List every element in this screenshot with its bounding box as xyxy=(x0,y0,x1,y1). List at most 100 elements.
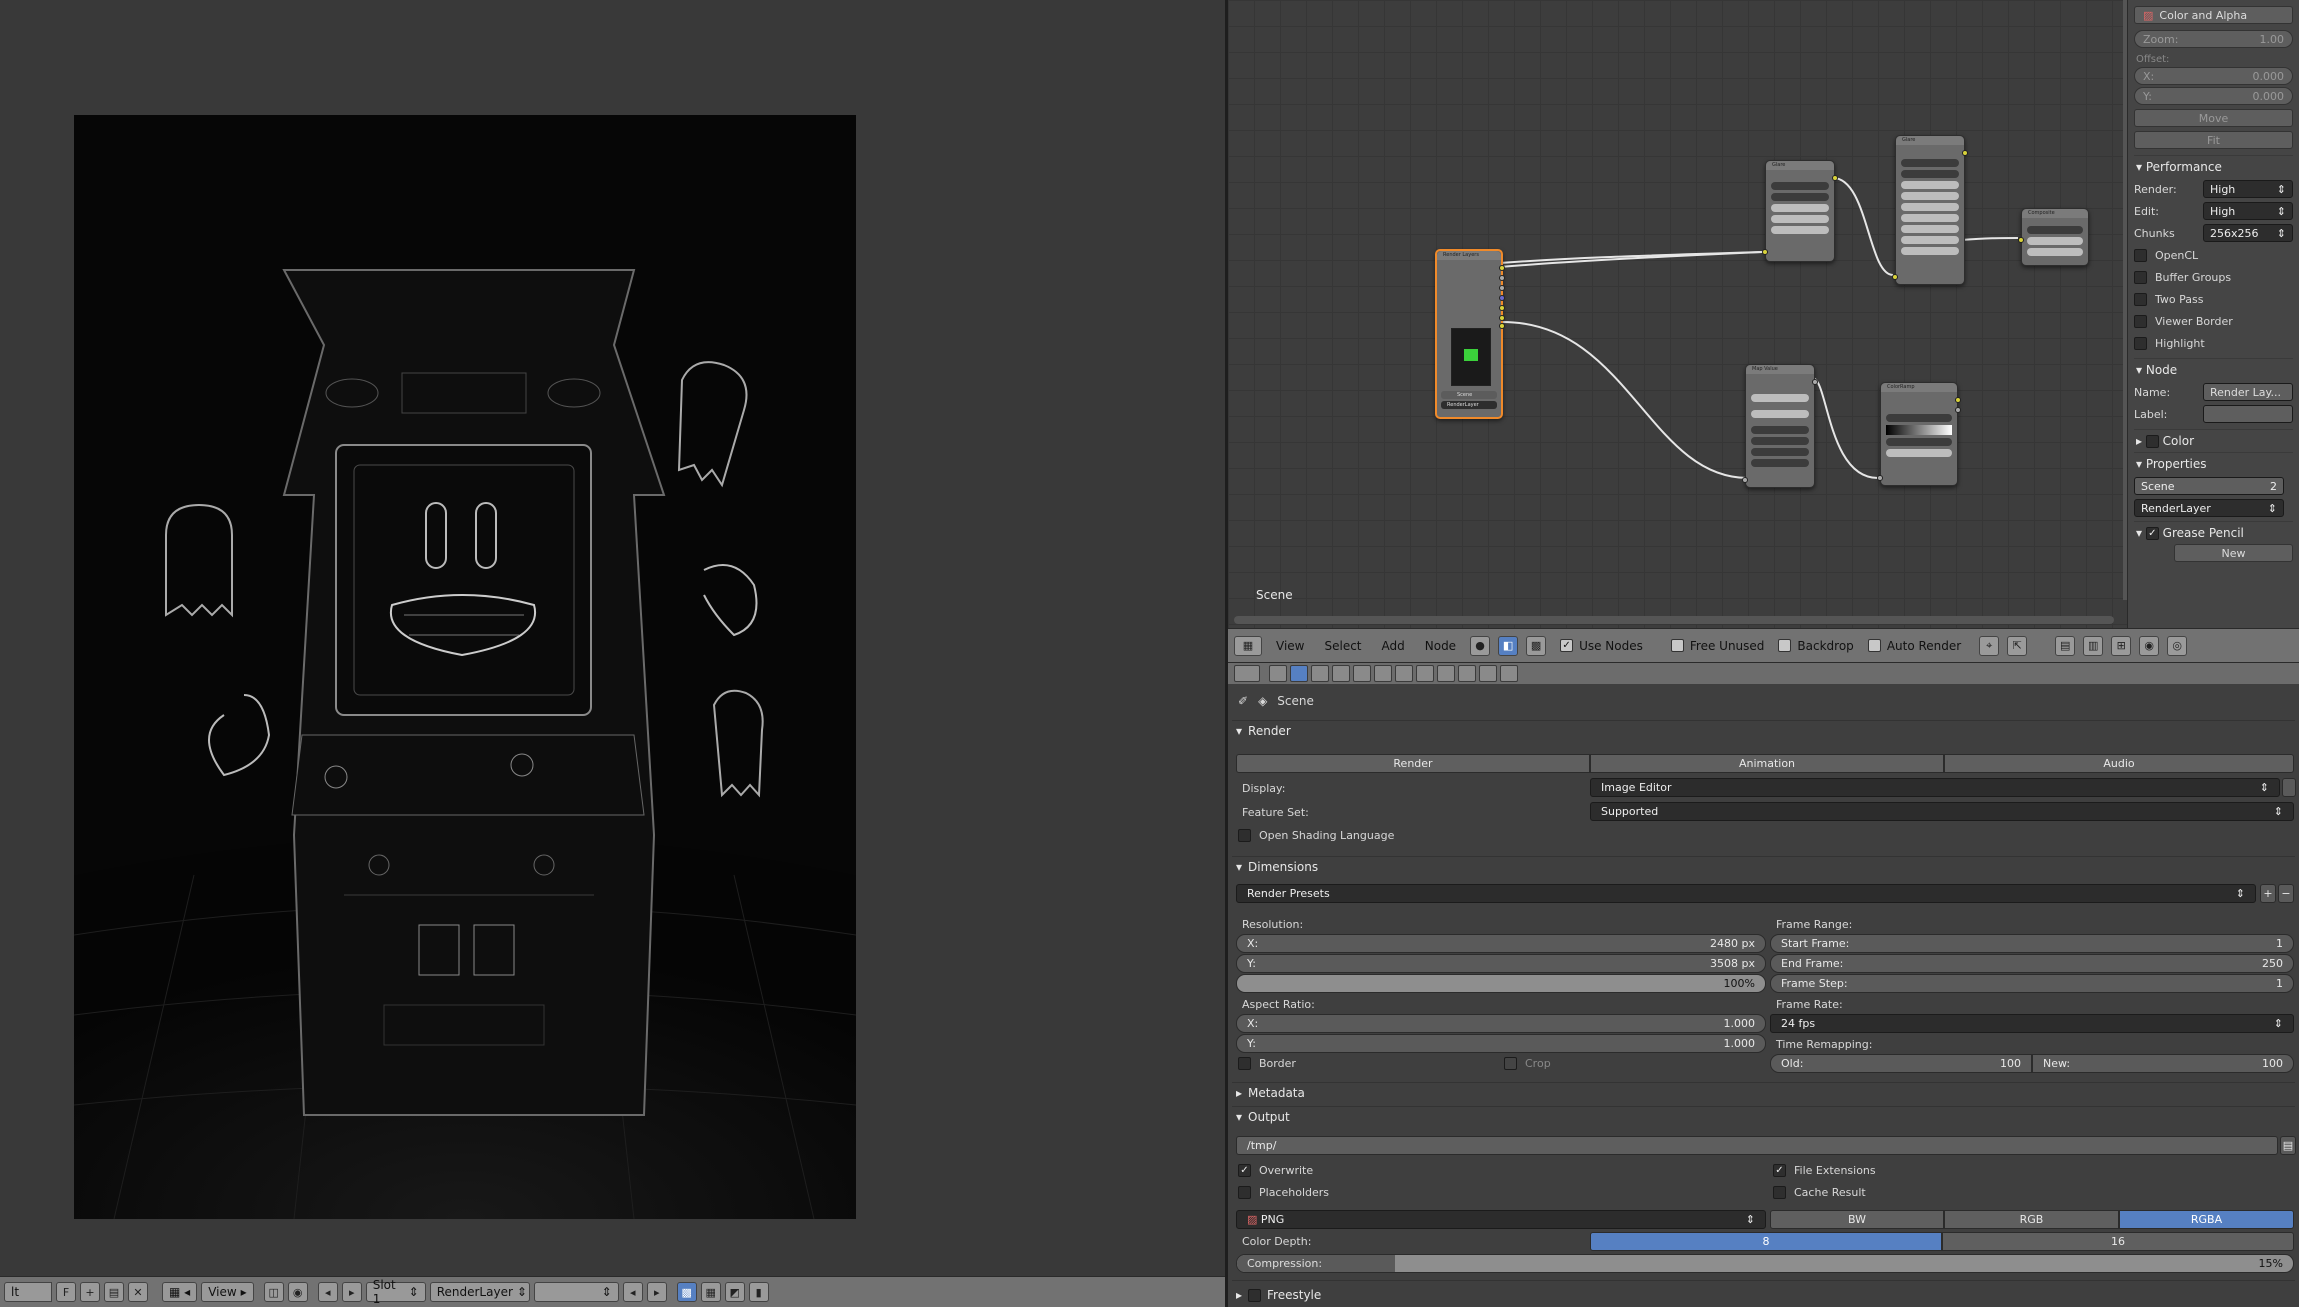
prev-slot-icon[interactable]: ◂ xyxy=(317,1282,338,1302)
add-menu[interactable]: Add xyxy=(1376,639,1411,653)
node-field[interactable] xyxy=(1751,459,1809,467)
opencl-checkbox[interactable]: OpenCL xyxy=(2134,244,2293,266)
node-field[interactable] xyxy=(1901,192,1959,200)
render-layer-select[interactable]: RenderLayer ⇕ xyxy=(429,1282,530,1302)
node-panel-header[interactable]: ▾ Node xyxy=(2134,358,2293,381)
compression-slider[interactable]: Compression: 15% xyxy=(1236,1254,2294,1273)
material-tab-icon[interactable] xyxy=(1437,665,1455,682)
resolution-x-field[interactable]: X: 2480 px xyxy=(1236,934,1766,953)
scene-field[interactable]: Scene xyxy=(1441,391,1497,399)
animation-button[interactable]: Animation xyxy=(1590,754,1944,773)
node-field[interactable] xyxy=(1751,394,1809,402)
frame-step-field[interactable]: Frame Step: 1 xyxy=(1770,974,2294,993)
aspect-y-field[interactable]: Y: 1.000 xyxy=(1236,1034,1766,1053)
constraints-tab-icon[interactable] xyxy=(1374,665,1392,682)
shader-nodes-icon[interactable]: ● xyxy=(1470,635,1491,656)
node-field[interactable] xyxy=(1771,204,1829,212)
node-field[interactable] xyxy=(1901,159,1959,167)
image-browse-icon[interactable]: ◫ xyxy=(263,1282,284,1302)
editor-type-icon[interactable] xyxy=(1234,665,1260,682)
node-field[interactable] xyxy=(1751,437,1809,445)
offset-y-field[interactable]: Y: 0.000 xyxy=(2134,87,2293,105)
horizontal-scrollbar[interactable] xyxy=(1234,616,2114,624)
node-field[interactable] xyxy=(1771,226,1829,234)
color-mode-rgb[interactable]: RGB xyxy=(1944,1210,2119,1229)
socket[interactable] xyxy=(1499,323,1505,329)
color-ramp-gradient[interactable] xyxy=(1886,425,1952,435)
placeholders-checkbox[interactable]: Placeholders xyxy=(1238,1186,1329,1199)
zoom-field[interactable]: Zoom: 1.00 xyxy=(2134,30,2293,48)
fake-user-button[interactable]: F xyxy=(56,1282,76,1302)
normal-socket[interactable] xyxy=(1499,295,1505,301)
physics-tab-icon[interactable] xyxy=(1500,665,1518,682)
auto-render-checkbox[interactable]: Auto Render xyxy=(1867,639,1961,653)
image-socket[interactable] xyxy=(1762,249,1768,255)
close-icon[interactable]: ✕ xyxy=(128,1282,148,1302)
properties-panel-header[interactable]: ▾ Properties xyxy=(2134,452,2293,475)
two-pass-checkbox[interactable]: Two Pass xyxy=(2134,288,2293,310)
node-field[interactable] xyxy=(1751,426,1809,434)
highlight-checkbox[interactable]: Highlight xyxy=(2134,332,2293,354)
particles-tab-icon[interactable] xyxy=(1479,665,1497,682)
pin-icon[interactable]: ◉ xyxy=(287,1282,308,1302)
resolution-y-field[interactable]: Y: 3508 px xyxy=(1236,954,1766,973)
render-layers-tab-icon[interactable] xyxy=(1290,665,1308,682)
grease-pencil-panel-header[interactable]: ▾ ✓ Grease Pencil xyxy=(2134,521,2293,544)
display-extra-icon[interactable] xyxy=(2282,778,2296,797)
map-value-node[interactable]: Map Value xyxy=(1742,364,1818,488)
open-folder-icon[interactable]: ▤ xyxy=(104,1282,124,1302)
snap-target-icon[interactable]: ⇱ xyxy=(2007,635,2028,656)
z-socket[interactable] xyxy=(1499,285,1505,291)
texture-nodes-icon[interactable]: ▩ xyxy=(1526,635,1547,656)
frame-rate-select[interactable]: 24 fps ⇕ xyxy=(1770,1014,2294,1033)
folder-browse-icon[interactable]: ▤ xyxy=(2280,1136,2296,1155)
scene-tab-icon[interactable] xyxy=(1311,665,1329,682)
value-socket[interactable] xyxy=(1742,477,1748,483)
node-field[interactable] xyxy=(1901,236,1959,244)
border-checkbox[interactable]: Border xyxy=(1238,1057,1296,1070)
color-mode-bw[interactable]: BW xyxy=(1770,1210,1944,1229)
time-remap-old-field[interactable]: Old: 100 xyxy=(1770,1054,2032,1073)
data-tab-icon[interactable] xyxy=(1416,665,1434,682)
output-path-field[interactable]: /tmp/ xyxy=(1236,1136,2278,1155)
color-panel-header[interactable]: ▸ Color xyxy=(2134,429,2293,452)
composite-node[interactable]: Composite xyxy=(2018,208,2089,266)
draw-zbuffer-icon[interactable]: ▮ xyxy=(748,1282,769,1302)
render-quality-select[interactable]: High ⇕ xyxy=(2203,180,2293,198)
image-socket[interactable] xyxy=(1955,397,1961,403)
paste-nodes-icon[interactable]: ▥ xyxy=(2083,635,2104,656)
compositing-nodes-icon[interactable]: ◧ xyxy=(1498,635,1519,656)
render-presets-select[interactable]: Render Presets ⇕ xyxy=(1236,884,2256,903)
image-socket[interactable] xyxy=(1832,175,1838,181)
draw-image-icon[interactable]: ▦ xyxy=(700,1282,721,1302)
dimensions-panel-header[interactable]: ▾ Dimensions xyxy=(1236,860,1318,874)
alpha-socket[interactable] xyxy=(1955,407,1961,413)
glare-node-1[interactable]: Glare xyxy=(1762,160,1838,262)
scene-select[interactable]: Scene 2 xyxy=(2134,477,2284,495)
edit-quality-select[interactable]: High ⇕ xyxy=(2203,202,2293,220)
image-socket[interactable] xyxy=(1892,274,1898,280)
node-menu[interactable]: Node xyxy=(1419,639,1462,653)
socket[interactable] xyxy=(1499,305,1505,311)
value-socket[interactable] xyxy=(1812,379,1818,385)
next-pass-icon[interactable]: ▸ xyxy=(646,1282,667,1302)
render-pass-select[interactable]: ⇕ xyxy=(533,1282,619,1302)
time-remap-new-field[interactable]: New: 100 xyxy=(2032,1054,2294,1073)
cache-result-checkbox[interactable]: Cache Result xyxy=(1773,1186,1866,1199)
aspect-x-field[interactable]: X: 1.000 xyxy=(1236,1014,1766,1033)
image-name-field[interactable]: lt xyxy=(4,1282,52,1302)
snap-icon[interactable]: ⌖ xyxy=(1979,635,2000,656)
modifiers-tab-icon[interactable] xyxy=(1395,665,1413,682)
slot-select[interactable]: Slot 1 ⇕ xyxy=(365,1278,426,1306)
glare-node-2[interactable]: Glare xyxy=(1892,135,1968,285)
texture-tab-icon[interactable] xyxy=(1458,665,1476,682)
backdrop-checkbox[interactable]: Backdrop xyxy=(1778,639,1854,653)
use-nodes-checkbox[interactable]: ✓ Use Nodes xyxy=(1560,639,1643,653)
move-button[interactable]: Move xyxy=(2134,109,2293,127)
fit-button[interactable]: Fit xyxy=(2134,131,2293,149)
node-field[interactable] xyxy=(1901,225,1959,233)
image-socket[interactable] xyxy=(1962,150,1968,156)
new-image-icon[interactable]: + xyxy=(80,1282,100,1302)
overwrite-checkbox[interactable]: ✓ Overwrite xyxy=(1238,1164,1313,1177)
file-extensions-checkbox[interactable]: ✓ File Extensions xyxy=(1773,1164,1876,1177)
